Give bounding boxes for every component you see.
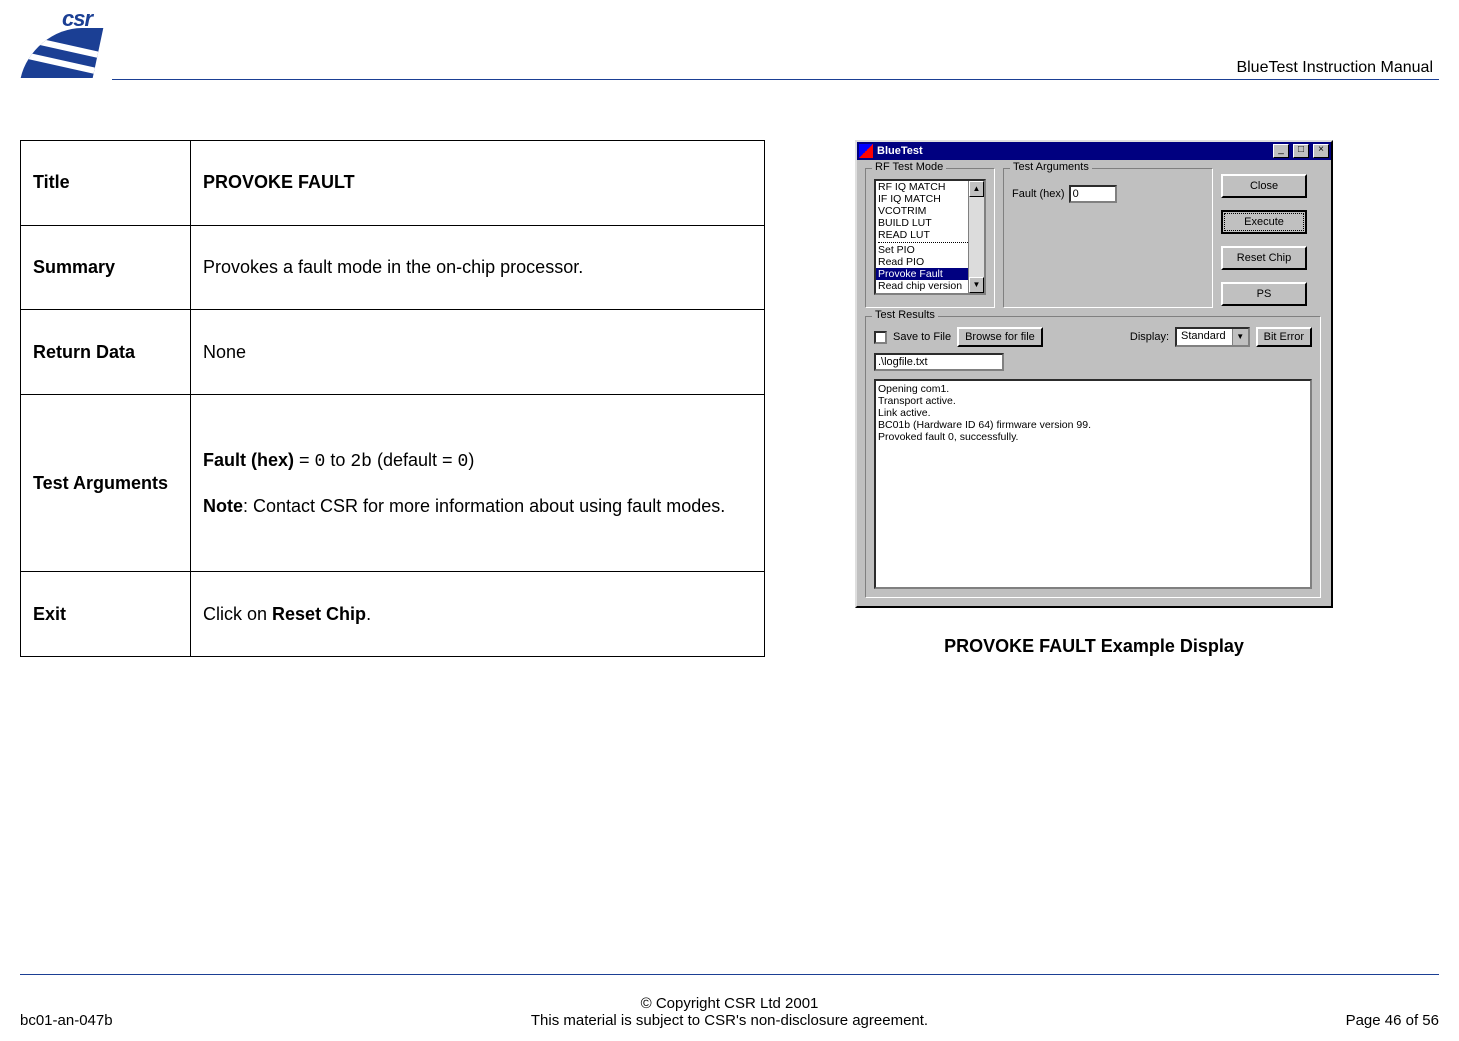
window-title: BlueTest bbox=[877, 145, 1269, 157]
group-legend: RF Test Mode bbox=[872, 161, 946, 173]
logo-graphic bbox=[21, 28, 104, 78]
exit-button-ref: Reset Chip bbox=[272, 604, 366, 624]
page-number: Page 46 of 56 bbox=[1239, 1012, 1439, 1029]
note-text: : Contact CSR for more information about… bbox=[243, 496, 725, 516]
copyright: © Copyright CSR Ltd 2001 bbox=[220, 995, 1239, 1012]
combo-value: Standard bbox=[1177, 329, 1232, 345]
maximize-button[interactable]: □ bbox=[1293, 144, 1309, 158]
logo: csr bbox=[20, 2, 100, 80]
row-label: Summary bbox=[21, 225, 191, 310]
page-header: csr BlueTest Instruction Manual bbox=[20, 0, 1439, 80]
test-results-group: Test Results Save to File Browse for fil… bbox=[865, 316, 1321, 598]
table-row: Return Data None bbox=[21, 310, 765, 395]
figure-caption: PROVOKE FAULT Example Display bbox=[855, 636, 1333, 657]
list-separator bbox=[878, 242, 982, 243]
bluetest-window: BlueTest _ □ × RF Test Mode RF IQ MATCH … bbox=[855, 140, 1333, 608]
execute-button[interactable]: Execute bbox=[1221, 210, 1307, 234]
row-value: None bbox=[191, 310, 765, 395]
document-title: BlueTest Instruction Manual bbox=[1236, 59, 1433, 77]
button-column: Close Execute Reset Chip PS bbox=[1221, 168, 1307, 308]
display-combo[interactable]: Standard ▼ bbox=[1175, 327, 1250, 347]
footer-doc-id: bc01-an-047b bbox=[20, 1012, 220, 1029]
row-value: PROVOKE FAULT bbox=[191, 141, 765, 226]
table-row: Summary Provokes a fault mode in the on-… bbox=[21, 225, 765, 310]
row-value: Fault (hex) = 0 to 2b (default = 0) Note… bbox=[191, 394, 765, 571]
footer-rule bbox=[20, 974, 1439, 975]
page-footer: bc01-an-047b © Copyright CSR Ltd 2001 Th… bbox=[20, 995, 1439, 1029]
group-legend: Test Arguments bbox=[1010, 161, 1092, 173]
save-to-file-checkbox[interactable] bbox=[874, 331, 887, 344]
footer-center: © Copyright CSR Ltd 2001 This material i… bbox=[220, 995, 1239, 1029]
row-label: Exit bbox=[21, 572, 191, 657]
browse-button[interactable]: Browse for file bbox=[957, 327, 1043, 347]
nda-notice: This material is subject to CSR's non-di… bbox=[220, 1012, 1239, 1029]
table-row: Test Arguments Fault (hex) = 0 to 2b (de… bbox=[21, 394, 765, 571]
rf-test-mode-group: RF Test Mode RF IQ MATCH IF IQ MATCH VCO… bbox=[865, 168, 995, 308]
scroll-down-button[interactable]: ▼ bbox=[969, 277, 984, 293]
screenshot-column: BlueTest _ □ × RF Test Mode RF IQ MATCH … bbox=[855, 140, 1333, 657]
group-legend: Test Results bbox=[872, 309, 938, 321]
bit-error-button[interactable]: Bit Error bbox=[1256, 327, 1312, 347]
minimize-button[interactable]: _ bbox=[1273, 144, 1289, 158]
test-arguments-group: Test Arguments Fault (hex) bbox=[1003, 168, 1213, 308]
close-window-button[interactable]: × bbox=[1313, 144, 1329, 158]
scroll-up-button[interactable]: ▲ bbox=[969, 181, 984, 197]
log-output: Opening com1. Transport active. Link act… bbox=[874, 379, 1312, 589]
scrollbar[interactable]: ▲ ▼ bbox=[968, 181, 984, 293]
row-label: Return Data bbox=[21, 310, 191, 395]
row-label: Test Arguments bbox=[21, 394, 191, 571]
ps-button[interactable]: PS bbox=[1221, 282, 1307, 306]
logfile-path-input[interactable] bbox=[874, 353, 1004, 371]
table-row: Title PROVOKE FAULT bbox=[21, 141, 765, 226]
titlebar[interactable]: BlueTest _ □ × bbox=[857, 142, 1331, 160]
fault-hex-label: Fault (hex) bbox=[1012, 188, 1065, 200]
row-label: Title bbox=[21, 141, 191, 226]
reset-chip-button[interactable]: Reset Chip bbox=[1221, 246, 1307, 270]
app-icon bbox=[859, 144, 873, 158]
note-label: Note bbox=[203, 496, 243, 516]
rf-test-listbox[interactable]: RF IQ MATCH IF IQ MATCH VCOTRIM BUILD LU… bbox=[874, 179, 986, 295]
save-to-file-label: Save to File bbox=[893, 331, 951, 343]
close-button[interactable]: Close bbox=[1221, 174, 1307, 198]
display-label: Display: bbox=[1130, 331, 1169, 343]
fault-hex-input[interactable] bbox=[1069, 185, 1117, 203]
row-value: Click on Reset Chip. bbox=[191, 572, 765, 657]
arg-name: Fault (hex) bbox=[203, 450, 294, 470]
row-value: Provokes a fault mode in the on-chip pro… bbox=[191, 225, 765, 310]
chevron-down-icon[interactable]: ▼ bbox=[1232, 329, 1248, 345]
table-row: Exit Click on Reset Chip. bbox=[21, 572, 765, 657]
spec-table: Title PROVOKE FAULT Summary Provokes a f… bbox=[20, 140, 765, 657]
header-rule: BlueTest Instruction Manual bbox=[112, 0, 1439, 80]
